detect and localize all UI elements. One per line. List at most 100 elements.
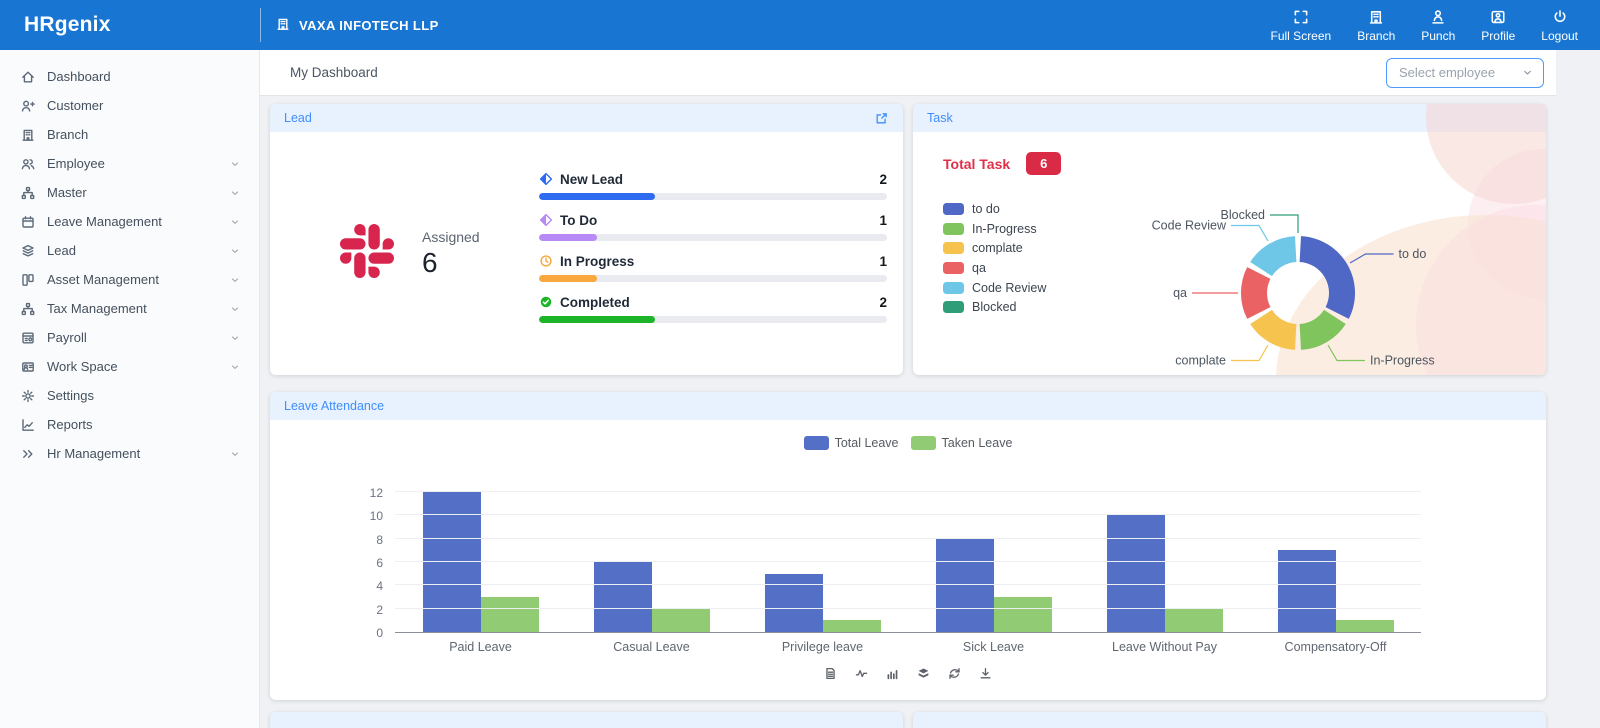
users-icon (20, 156, 36, 172)
bar-total-leave (1278, 550, 1336, 632)
sidebar-item-reports[interactable]: Reports (0, 410, 259, 439)
leave-legend-item-taken-leave[interactable]: Taken Leave (911, 436, 1013, 450)
external-link-icon[interactable] (874, 111, 889, 126)
toolbox-restore-icon[interactable] (947, 666, 962, 681)
company-name: VAXA INFOTECH LLP (261, 0, 439, 50)
toolbox-stack-icon[interactable] (916, 666, 931, 681)
bar-taken-leave (994, 597, 1052, 632)
toolbox-data-view-icon[interactable] (823, 666, 838, 681)
bar-group-casual-leave (566, 562, 737, 632)
legend-swatch (911, 436, 936, 450)
gear-icon (20, 388, 36, 404)
bar-group-privilege-leave (737, 574, 908, 632)
sidebar-item-settings[interactable]: Settings (0, 381, 259, 410)
topbar-action-branch[interactable]: Branch (1357, 8, 1395, 43)
task-donut-chart: to doIn-ProgresscomplateqaCode ReviewBlo… (1013, 204, 1533, 375)
sidebar-item-hr-management[interactable]: Hr Management (0, 439, 259, 468)
sidebar-item-label: Employee (47, 156, 105, 171)
legend-swatch (943, 242, 964, 254)
lead-card: Lead Assigned 6 New (270, 104, 903, 375)
data-view-icon (823, 666, 838, 681)
chevron-down-icon (229, 332, 241, 344)
bar-total-leave (423, 492, 481, 632)
leave-attendance-card: Leave Attendance Total LeaveTaken Leave … (270, 392, 1546, 700)
bar-taken-leave (652, 609, 710, 632)
external-link-icon (874, 111, 889, 126)
toolbox-line-chart-icon[interactable] (854, 666, 869, 681)
topbar-action-profile[interactable]: Profile (1481, 8, 1515, 43)
sidebar-item-master[interactable]: Master (0, 178, 259, 207)
bar-taken-leave (1165, 609, 1223, 632)
building-icon (20, 127, 36, 143)
donut-label: Blocked (1221, 208, 1266, 222)
bar-group-paid-leave (395, 492, 566, 632)
employee-select[interactable]: Select employee (1386, 58, 1544, 88)
sidebar-item-dashboard[interactable]: Dashboard (0, 62, 259, 91)
app-logo[interactable]: HRgenix (0, 0, 260, 50)
legend-label: Taken Leave (942, 436, 1013, 450)
page-title: My Dashboard (290, 65, 378, 80)
assigned-label: Assigned (422, 229, 480, 245)
sidebar-item-label: Asset Management (47, 272, 159, 287)
sidebar-item-work-space[interactable]: Work Space (0, 352, 259, 381)
sidebar-item-label: Work Space (47, 359, 118, 374)
lead-status-label: To Do (560, 213, 597, 228)
donut-segment-complate (1250, 310, 1296, 350)
donut-segment-qa (1241, 267, 1270, 319)
sidebar: DashboardCustomerBranch Employee Master Lea… (0, 50, 260, 728)
leave-legend-item-total-leave[interactable]: Total Leave (804, 436, 899, 450)
chevron-down-icon (229, 274, 241, 286)
chevron-down-icon (1521, 66, 1534, 79)
sidebar-item-branch[interactable]: Branch (0, 120, 259, 149)
gridline (395, 538, 1421, 539)
bar-taken-leave (823, 620, 881, 632)
toolbox-download-icon[interactable] (978, 666, 993, 681)
legend-swatch (943, 282, 964, 294)
clock-icon (539, 254, 553, 268)
sidebar-item-employee[interactable]: Employee (0, 149, 259, 178)
bar-total-leave (1107, 515, 1165, 632)
sidebar-item-lead[interactable]: Lead (0, 236, 259, 265)
donut-label: complate (1175, 354, 1226, 368)
topbar-action-punch[interactable]: Punch (1421, 8, 1455, 43)
legend-swatch (943, 203, 964, 215)
lead-progress-bar (539, 234, 887, 241)
sidebar-item-leave-management[interactable]: Leave Management (0, 207, 259, 236)
report-chart-icon (20, 417, 36, 433)
sidebar-item-label: Reports (47, 417, 93, 432)
legend-label: to do (972, 202, 1000, 216)
task-card: Task Total Task 6 to doIn-Progresscompla… (913, 104, 1546, 375)
id-card-icon (20, 359, 36, 375)
lead-progress-bar (539, 275, 887, 282)
donut-label-line (1270, 215, 1298, 233)
topbar-action-logout[interactable]: Logout (1541, 8, 1578, 43)
sidebar-item-customer[interactable]: Customer (0, 91, 259, 120)
toolbox-bar-chart-icon[interactable] (885, 666, 900, 681)
x-axis-label: Leave Without Pay (1079, 640, 1250, 654)
topbar-action-full-screen[interactable]: Full Screen (1271, 8, 1332, 43)
chevron-down-icon (229, 245, 241, 257)
sidebar-item-payroll[interactable]: Payroll (0, 323, 259, 352)
lead-status-list: New Lead2 To Do1 In Progress1 Completed2 (539, 172, 887, 336)
sidebar-item-tax-management[interactable]: Tax Management (0, 294, 259, 323)
lead-progress-bar (539, 316, 887, 323)
leave-bar-chart: 024681012 (270, 493, 1546, 633)
bar-chart-icon (885, 666, 900, 681)
lead-status-row-new-lead: New Lead2 (539, 172, 887, 200)
double-chevron-icon (20, 446, 36, 462)
sidebar-item-asset-management[interactable]: Asset Management (0, 265, 259, 294)
donut-label-line (1328, 345, 1365, 361)
sidebar-item-label: Leave Management (47, 214, 162, 229)
lead-status-value: 2 (879, 295, 887, 310)
bar-total-leave (765, 574, 823, 632)
home-icon (20, 69, 36, 85)
sidebar-item-label: Master (47, 185, 87, 200)
lead-status-label: Completed (560, 295, 630, 310)
lead-status-value: 1 (879, 254, 887, 269)
line-chart-icon (854, 666, 869, 681)
legend-swatch (943, 301, 964, 313)
legend-swatch (804, 436, 829, 450)
donut-label: Code Review (1152, 219, 1227, 233)
building-icon (275, 16, 291, 32)
legend-label: Total Leave (835, 436, 899, 450)
